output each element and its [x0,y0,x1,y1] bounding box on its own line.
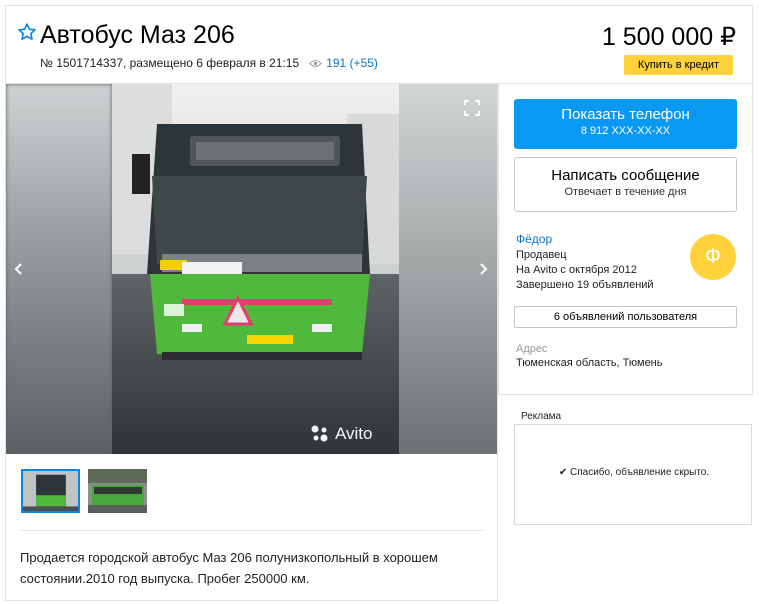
avito-logo-icon [311,425,328,442]
gallery-next-arrow[interactable] [474,260,492,278]
thumbnail-image [88,469,147,513]
listing-description: Продается городской автобус Маз 206 полу… [20,550,438,586]
address-label: Адрес [516,343,548,355]
address-value: Тюменская область, Тюмень [516,357,663,369]
buy-on-credit-button[interactable]: Купить в кредит [624,55,733,75]
chevron-left-icon [14,263,22,275]
user-ads-button[interactable]: 6 объявлений пользователя [514,306,737,328]
star-outline-icon[interactable] [17,22,37,42]
bus-photo [112,84,399,454]
masked-phone-number: 8 912 XXX-XX-XX [580,125,671,137]
show-phone-label: Показать телефон [561,106,690,123]
ad-box: ✔ Спасибо, объявление скрыто. [514,424,752,525]
seller-role: Продавец [516,249,567,261]
thumbnail-image [23,471,78,511]
write-message-button[interactable]: Написать сообщение Отвечает в течение дн… [514,157,737,212]
avatar[interactable]: Ф [690,234,736,280]
seller-panel: Показать телефон 8 912 XXX-XX-XX Написат… [498,83,753,395]
listing-title: Автобус Маз 206 [40,21,235,49]
show-phone-button[interactable]: Показать телефон 8 912 XXX-XX-XX [514,99,737,149]
listing-page: Автобус Маз 206 № 1501714337, размещено … [0,0,759,604]
fullscreen-icon[interactable] [463,99,481,117]
thumbnail-2[interactable] [88,469,147,513]
listing-number-date: № 1501714337, размещено 6 февраля в 21:1… [40,56,300,70]
ad-label: Реклама [521,411,562,422]
response-time-note: Отвечает в течение дня [564,186,687,198]
photo-gallery[interactable]: Avito [6,84,497,454]
ad-hidden-message: ✔ Спасибо, объявление скрыто. [558,467,710,478]
listing-main-column: Avito Продается городской автобус Маз 20… [5,83,498,601]
description-divider [20,530,484,531]
gallery-prev-arrow[interactable] [10,260,28,278]
views-count[interactable]: 191 (+55) [326,56,378,70]
chevron-right-icon [480,263,488,275]
price: 1 500 000 ₽ [601,23,736,51]
seller-completed-ads: Завершено 19 объявлений [516,279,654,291]
seller-name-link[interactable]: Фёдор [516,232,552,246]
thumbnail-1[interactable] [21,469,80,513]
avito-watermark: Avito [310,424,373,444]
watermark-text: Avito [335,424,373,443]
seller-since: На Avito с октября 2012 [516,264,637,276]
listing-header: Автобус Маз 206 № 1501714337, размещено … [5,5,753,83]
listing-meta: № 1501714337, размещено 6 февраля в 21:1… [40,56,378,70]
eye-icon [309,59,323,67]
write-message-label: Написать сообщение [551,167,700,184]
thumbnail-strip [21,469,147,513]
